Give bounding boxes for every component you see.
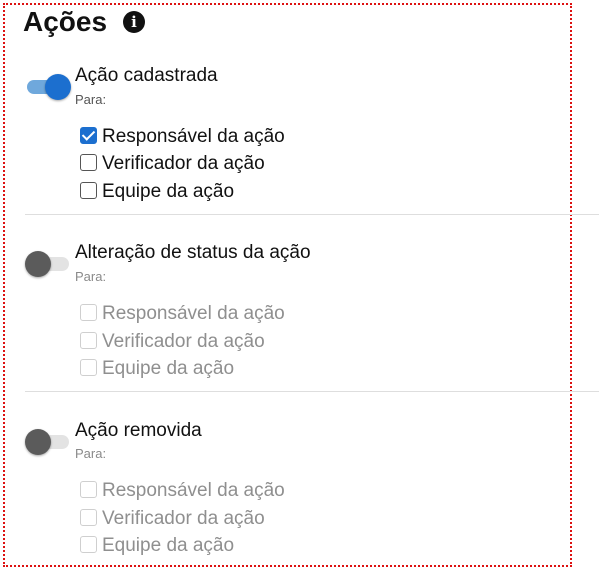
- section-title: Ação removida: [75, 420, 202, 441]
- section-title: Alteração de status da ação: [75, 242, 311, 263]
- section-divider: [25, 214, 599, 215]
- option-label: Equipe da ação: [102, 358, 235, 379]
- toggle-acao-removida[interactable]: [25, 429, 71, 455]
- info-icon[interactable]: i: [123, 11, 145, 33]
- para-label: Para:: [75, 92, 107, 107]
- option-label: Responsável da ação: [102, 303, 285, 324]
- option-label: Verificador da ação: [102, 153, 265, 174]
- toggle-knob: [25, 429, 51, 455]
- checkbox-verificador[interactable]: [80, 509, 97, 526]
- section-divider: [25, 391, 599, 392]
- option-label: Verificador da ação: [102, 331, 265, 352]
- option-label: Responsável da ação: [102, 126, 285, 147]
- toggle-knob: [25, 251, 51, 277]
- checkbox-verificador[interactable]: [80, 332, 97, 349]
- option-label: Responsável da ação: [102, 480, 285, 501]
- checkbox-equipe[interactable]: [80, 359, 97, 376]
- page-title: Ações: [23, 6, 108, 37]
- option-label: Equipe da ação: [102, 535, 235, 556]
- checkbox-responsavel[interactable]: [80, 127, 97, 144]
- checkbox-verificador[interactable]: [80, 154, 97, 171]
- option-label: Equipe da ação: [102, 181, 235, 202]
- para-label: Para:: [75, 446, 107, 461]
- para-label: Para:: [75, 269, 107, 284]
- checkbox-equipe[interactable]: [80, 182, 97, 199]
- checkbox-responsavel[interactable]: [80, 481, 97, 498]
- option-label: Verificador da ação: [102, 508, 265, 529]
- section-title: Ação cadastrada: [75, 65, 218, 86]
- toggle-acao-cadastrada[interactable]: [25, 74, 71, 100]
- toggle-alteracao-status[interactable]: [25, 251, 71, 277]
- toggle-knob: [45, 74, 71, 100]
- checkbox-responsavel[interactable]: [80, 304, 97, 321]
- checkbox-equipe[interactable]: [80, 536, 97, 553]
